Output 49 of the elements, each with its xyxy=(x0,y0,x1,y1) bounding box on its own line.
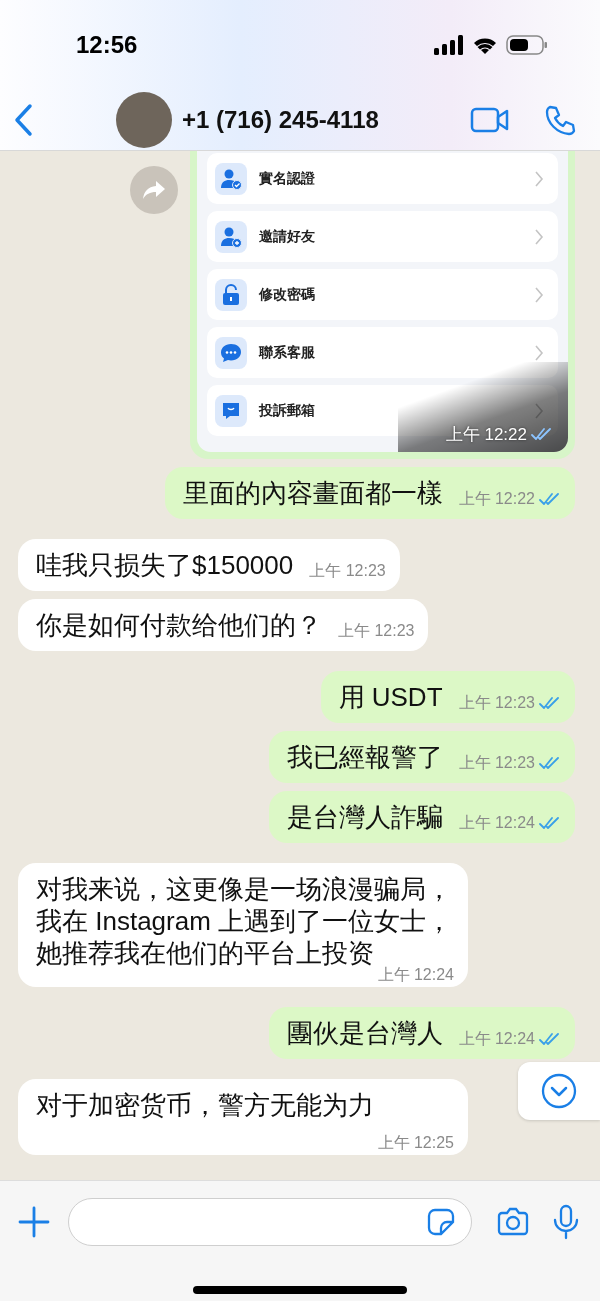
message-text: 團伙是台灣人 xyxy=(286,1018,443,1048)
mailbox-icon xyxy=(221,400,241,421)
microphone-button[interactable] xyxy=(552,1204,580,1240)
status-time: 12:56 xyxy=(76,30,138,60)
message-time: 上午 12:23 xyxy=(309,561,386,581)
chevron-icon xyxy=(534,169,544,188)
signal-icon xyxy=(434,35,464,55)
add-button[interactable] xyxy=(18,1206,50,1238)
menu-row-label: 投訴郵箱 xyxy=(259,401,316,420)
message-text: 对于加密货币，警方无能为力 xyxy=(36,1090,374,1120)
menu-row-label: 修改密碼 xyxy=(259,285,316,304)
chat-icon xyxy=(220,342,242,363)
user-add-icon xyxy=(220,225,242,248)
message-text: 哇我只损失了$150000 xyxy=(36,550,294,580)
message-text: 我已經報警了 xyxy=(286,742,443,772)
chevron-icon xyxy=(534,343,544,362)
chevron-icon xyxy=(534,227,544,246)
contact-name[interactable]: +1 (716) 245-4118 xyxy=(182,102,460,138)
chevron-icon xyxy=(534,285,544,304)
menu-row-label: 邀請好友 xyxy=(259,227,316,246)
menu-row-label: 實名認證 xyxy=(259,169,316,188)
message-time: 上午 12:23 xyxy=(458,753,535,773)
message-text: 对我来说，这更像是一场浪漫骗局，我在 Instagram 上遇到了一位女士，她推荐我在他们的平台上投资 xyxy=(36,873,454,968)
message-input-field[interactable] xyxy=(68,1198,472,1246)
message-time: 上午 12:24 xyxy=(377,965,454,985)
lock-icon xyxy=(221,283,241,306)
message-time: 上午 12:25 xyxy=(377,1133,454,1153)
user-check-icon xyxy=(220,167,242,190)
message-text: 里面的內容畫面都一樣 xyxy=(182,478,443,508)
message-time: 上午 12:24 xyxy=(458,813,535,833)
camera-button[interactable] xyxy=(496,1207,530,1237)
message-time: 上午 12:23 xyxy=(458,693,535,713)
message-time: 上午 12:22 xyxy=(458,489,535,509)
message-text: 是台灣人詐騙 xyxy=(286,802,443,832)
message-time: 上午 12:24 xyxy=(458,1029,535,1049)
chevron-down-icon[interactable] xyxy=(540,1072,578,1110)
message-text: 用 USDT xyxy=(338,682,443,712)
avatar[interactable] xyxy=(116,92,172,148)
video-call-button[interactable] xyxy=(470,106,510,134)
message-time: 上午 12:23 xyxy=(338,621,415,641)
sticker-icon[interactable] xyxy=(427,1208,455,1236)
phone-call-button[interactable] xyxy=(544,104,576,136)
message-text: 你是如何付款给他们的？ xyxy=(36,610,322,640)
chevron-icon xyxy=(534,401,544,420)
message-time: 上午 12:22 xyxy=(445,423,527,446)
menu-row-label: 聯系客服 xyxy=(259,343,316,362)
image-message-bubble[interactable]: 實名認證 邀請好友 修改密碼 聯系客服 投訴郵箱 上午 12:22 xyxy=(190,151,575,459)
battery-icon xyxy=(506,34,548,56)
scroll-down-button[interactable] xyxy=(518,1062,600,1120)
